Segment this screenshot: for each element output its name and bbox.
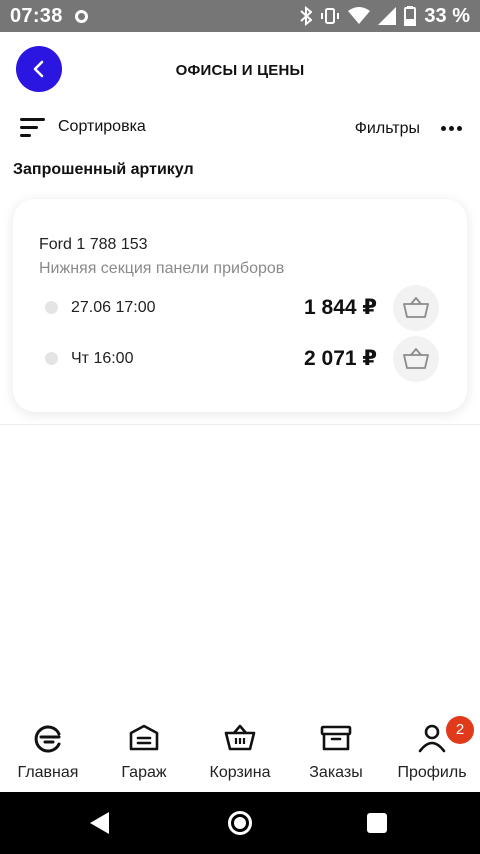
- basket-icon: [403, 297, 429, 318]
- filters-button[interactable]: Фильтры: [355, 120, 420, 138]
- nav-item-home[interactable]: Главная: [0, 710, 96, 792]
- battery-icon: [404, 6, 417, 26]
- add-to-cart-button[interactable]: [393, 336, 439, 382]
- basket-icon: [403, 348, 429, 369]
- divider: [0, 424, 480, 425]
- product-brand-article: Ford 1 788 153: [39, 236, 148, 253]
- nav-item-orders[interactable]: Заказы: [288, 710, 384, 792]
- nav-label: Профиль: [397, 764, 467, 781]
- product-card: Ford 1 788 153 Нижняя секция панели приб…: [13, 199, 467, 412]
- bluetooth-icon: [300, 6, 313, 26]
- garage-icon: [129, 724, 159, 751]
- orders-box-icon: [320, 725, 352, 751]
- battery-percent: 33 %: [424, 4, 470, 27]
- add-to-cart-button[interactable]: [393, 285, 439, 331]
- nav-label: Гараж: [121, 764, 167, 781]
- system-nav-bar: [0, 792, 480, 854]
- toolbar: Сортировка Фильтры: [0, 112, 480, 146]
- nav-item-garage[interactable]: Гараж: [96, 710, 192, 792]
- section-heading: Запрошенный артикул: [13, 161, 194, 178]
- nav-item-profile[interactable]: Профиль 2: [384, 710, 480, 792]
- bottom-nav: Главная Гараж Корзина Заказы Профиль 2: [0, 710, 480, 792]
- nav-item-cart[interactable]: Корзина: [192, 710, 288, 792]
- status-time: 07:38: [10, 4, 63, 27]
- offer-price: 1 844 ₽: [304, 296, 377, 319]
- offer-radio[interactable]: [45, 352, 58, 365]
- nav-label: Главная: [17, 764, 79, 781]
- vibrate-icon: [321, 8, 340, 24]
- sort-button[interactable]: Сортировка: [20, 116, 146, 138]
- system-back-icon[interactable]: [90, 812, 109, 834]
- status-icons: 33 %: [300, 5, 470, 28]
- sync-circle-icon: [74, 9, 88, 23]
- offer-date: 27.06 17:00: [71, 299, 156, 316]
- offer-radio[interactable]: [45, 301, 58, 314]
- nav-label: Корзина: [209, 764, 271, 781]
- status-bar: 07:38 33 %: [0, 0, 480, 32]
- page-title: ОФИСЫ И ЦЕНЫ: [175, 62, 305, 79]
- offer-row: 27.06 17:00 1 844 ₽: [13, 285, 467, 333]
- sort-label: Сортировка: [58, 118, 146, 135]
- profile-icon: [418, 724, 446, 753]
- signal-icon: [378, 7, 397, 25]
- offer-date: Чт 16:00: [71, 350, 134, 367]
- product-description: Нижняя секция панели приборов: [39, 260, 285, 277]
- home-logo-icon: [34, 725, 61, 753]
- system-recents-icon[interactable]: [367, 813, 387, 833]
- more-horizontal-icon[interactable]: [441, 120, 462, 136]
- nav-label: Заказы: [309, 764, 363, 781]
- wifi-icon: [348, 7, 371, 24]
- offer-price: 2 071 ₽: [304, 347, 377, 370]
- offer-row: Чт 16:00 2 071 ₽: [13, 336, 467, 384]
- app-header: ОФИСЫ И ЦЕНЫ: [0, 32, 480, 108]
- notification-badge: 2: [446, 716, 474, 744]
- system-home-icon[interactable]: [228, 811, 252, 835]
- sort-icon: [20, 118, 45, 137]
- basket-icon: [224, 724, 256, 751]
